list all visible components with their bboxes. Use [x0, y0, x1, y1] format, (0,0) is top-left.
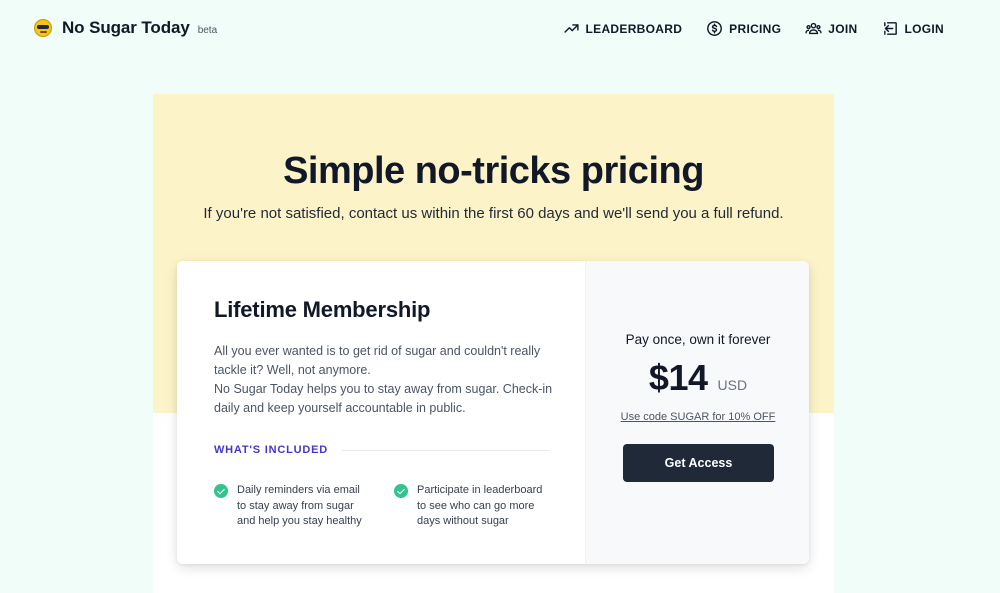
plan-description-line: All you ever wanted is to get rid of sug… — [214, 344, 541, 377]
price-row: $14 USD — [586, 357, 809, 399]
coupon-link[interactable]: Use code SUGAR for 10% OFF — [586, 411, 809, 423]
nav-join-label: JOIN — [828, 21, 858, 36]
nav-login-label: LOGIN — [904, 21, 944, 36]
included-header: WHAT'S INCLUDED — [214, 444, 549, 456]
dollar-circle-icon — [707, 21, 723, 36]
beta-badge: beta — [197, 24, 218, 36]
users-icon — [805, 22, 822, 35]
check-circle-icon — [394, 484, 408, 498]
plan-description: All you ever wanted is to get rid of sug… — [214, 342, 554, 418]
feature-item: Daily reminders via email to stay away f… — [214, 483, 364, 530]
login-icon — [883, 22, 897, 35]
divider — [342, 449, 549, 451]
check-circle-icon — [214, 484, 228, 498]
feature-item: Participate in leaderboard to see who ca… — [394, 483, 544, 530]
nav-pricing[interactable]: PRICING — [706, 20, 781, 37]
brand-name: No Sugar Today — [62, 18, 190, 37]
top-header: No Sugar Today beta LEADERBOARD PRICING — [0, 0, 1000, 60]
price-amount: $14 — [648, 357, 708, 398]
trending-up-icon — [563, 24, 579, 33]
sunglasses-emoji-icon — [34, 19, 52, 37]
page-title: Simple no-tricks pricing — [283, 150, 704, 192]
price-currency: USD — [717, 377, 748, 393]
nav-login[interactable]: LOGIN — [882, 20, 945, 37]
price-tagline: Pay once, own it forever — [625, 332, 771, 347]
included-label: WHAT'S INCLUDED — [214, 444, 329, 456]
nav-pricing-label: PRICING — [729, 21, 782, 36]
page-subtitle: If you're not satisfied, contact us with… — [203, 205, 784, 222]
get-access-button[interactable]: Get Access — [623, 444, 774, 482]
pricing-card: Lifetime Membership All you ever wanted … — [177, 261, 809, 564]
brand[interactable]: No Sugar Today beta — [34, 18, 217, 38]
plan-description-line: No Sugar Today helps you to stay away fr… — [214, 382, 553, 415]
nav-join[interactable]: JOIN — [805, 20, 857, 37]
nav-leaderboard[interactable]: LEADERBOARD — [563, 20, 683, 37]
plan-details: Lifetime Membership All you ever wanted … — [177, 261, 585, 564]
price-panel: Pay once, own it forever $14 USD Use cod… — [585, 261, 809, 564]
feature-text: Daily reminders via email to stay away f… — [237, 484, 362, 527]
feature-list: Daily reminders via email to stay away f… — [214, 483, 554, 530]
nav-leaderboard-label: LEADERBOARD — [585, 21, 683, 36]
plan-title: Lifetime Membership — [214, 297, 431, 322]
feature-text: Participate in leaderboard to see who ca… — [417, 484, 543, 527]
main-nav: LEADERBOARD PRICING JOIN LOGIN — [563, 20, 944, 37]
